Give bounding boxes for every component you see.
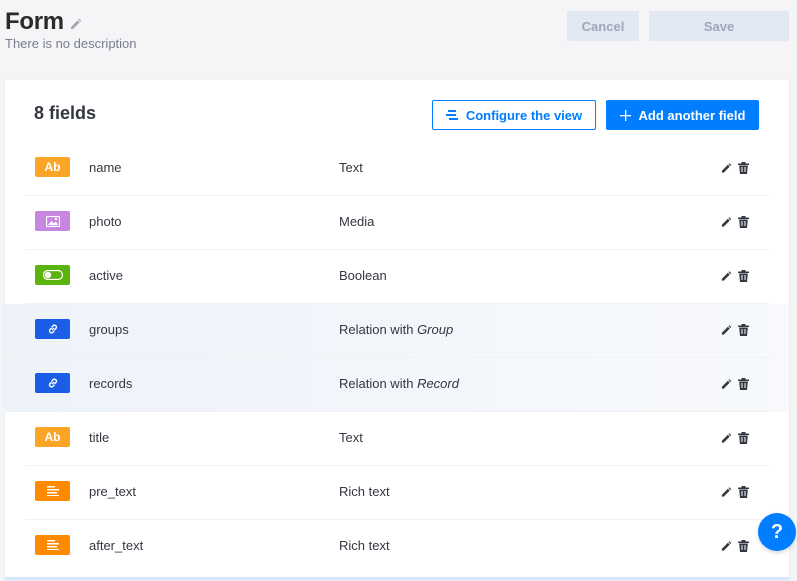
add-field-label: Add another field: [638, 107, 746, 123]
trash-icon[interactable]: [738, 540, 749, 552]
edit-icon[interactable]: [721, 216, 732, 228]
field-type: Text: [339, 430, 363, 445]
text-icon: Ab: [35, 427, 70, 447]
field-row-records[interactable]: records Relation with Record: [5, 358, 789, 412]
media-icon: [35, 211, 70, 231]
row-actions: [721, 540, 749, 552]
field-row-title[interactable]: Ab title Text: [5, 412, 789, 466]
relation-icon: [35, 373, 70, 393]
field-row-photo[interactable]: photo Media: [5, 196, 789, 250]
field-name: photo: [89, 214, 122, 229]
list-settings-icon: [445, 110, 458, 120]
field-name: name: [89, 160, 122, 175]
row-actions: [721, 486, 749, 498]
row-actions: [721, 216, 749, 228]
field-row-name[interactable]: Ab name Text: [5, 142, 789, 196]
field-row-pre_text[interactable]: pre_text Rich text: [5, 466, 789, 520]
edit-icon[interactable]: [721, 540, 732, 552]
trash-icon[interactable]: [738, 486, 749, 498]
field-type-label: Text: [339, 430, 363, 445]
field-row-groups[interactable]: groups Relation with Group: [5, 304, 789, 358]
cancel-button[interactable]: Cancel: [567, 11, 639, 41]
field-type-label: Rich text: [339, 484, 390, 499]
trash-icon[interactable]: [738, 432, 749, 444]
trash-icon[interactable]: [738, 216, 749, 228]
field-name: title: [89, 430, 110, 445]
add-field-button[interactable]: Add another field: [606, 100, 759, 130]
field-type: Relation with Record: [339, 376, 459, 391]
text-icon: Ab: [35, 157, 70, 177]
field-type: Media: [339, 214, 374, 229]
field-type-target: Record: [417, 376, 459, 391]
relation-icon: [35, 319, 70, 339]
field-row-active[interactable]: active Boolean: [5, 250, 789, 304]
row-actions: [721, 324, 749, 336]
page-header: Form There is no description Cancel Save: [0, 0, 797, 80]
edit-icon[interactable]: [721, 270, 732, 282]
field-name: groups: [89, 322, 129, 337]
trash-icon[interactable]: [738, 378, 749, 390]
row-actions: [721, 378, 749, 390]
edit-icon[interactable]: [721, 486, 732, 498]
trash-icon[interactable]: [738, 162, 749, 174]
save-button[interactable]: Save: [649, 11, 789, 41]
field-type-label: Boolean: [339, 268, 387, 283]
help-button[interactable]: ?: [758, 513, 796, 551]
row-actions: [721, 162, 749, 174]
fields-list: Ab name Text photo Media active Boolean groups R…: [5, 142, 789, 574]
edit-icon[interactable]: [721, 324, 732, 336]
field-name: records: [89, 376, 133, 391]
row-actions: [721, 270, 749, 282]
pencil-icon[interactable]: [70, 18, 82, 30]
richtext-icon: [35, 481, 70, 501]
edit-icon[interactable]: [721, 162, 732, 174]
page-description: There is no description: [5, 36, 137, 51]
field-type: Text: [339, 160, 363, 175]
richtext-icon: [35, 535, 70, 555]
field-row-after_text[interactable]: after_text Rich text: [5, 520, 789, 574]
page-title: Form: [5, 8, 64, 35]
configure-view-button[interactable]: Configure the view: [432, 100, 596, 130]
field-type-label: Relation with: [339, 376, 414, 391]
field-name: active: [89, 268, 123, 283]
field-type-label: Rich text: [339, 538, 390, 553]
field-type: Rich text: [339, 538, 390, 553]
field-type: Boolean: [339, 268, 387, 283]
fields-count: 8 fields: [34, 103, 97, 123]
edit-icon[interactable]: [721, 378, 732, 390]
plus-icon: [619, 109, 631, 121]
field-type-label: Text: [339, 160, 363, 175]
field-type: Relation with Group: [339, 322, 453, 337]
field-type: Rich text: [339, 484, 390, 499]
field-type-label: Media: [339, 214, 375, 229]
field-name: after_text: [89, 538, 144, 553]
edit-icon[interactable]: [721, 432, 732, 444]
row-actions: [721, 432, 749, 444]
boolean-icon: [35, 265, 70, 285]
field-type-label: Relation with: [339, 322, 414, 337]
title-wrap: Form: [5, 8, 82, 36]
field-name: pre_text: [89, 484, 136, 499]
trash-icon[interactable]: [738, 324, 749, 336]
configure-view-label: Configure the view: [465, 107, 583, 123]
trash-icon[interactable]: [738, 270, 749, 282]
fields-card: 8 fields Configure the view Add another …: [5, 80, 789, 580]
field-type-target: Group: [417, 322, 454, 337]
